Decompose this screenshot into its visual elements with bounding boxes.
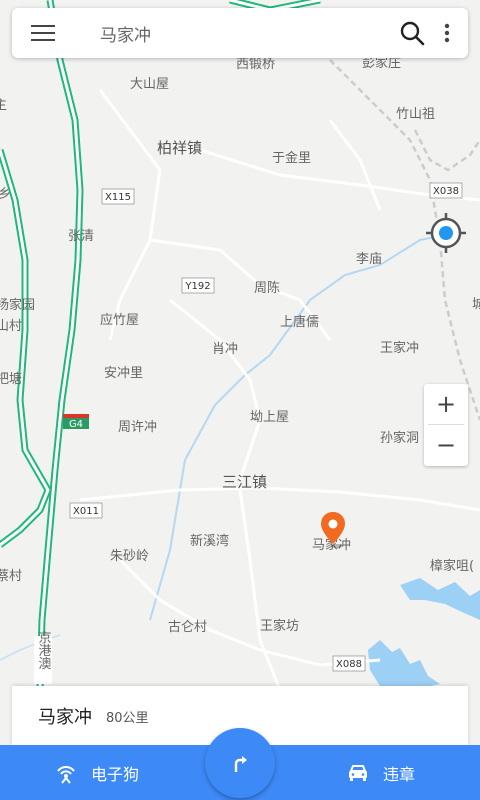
svg-text:肖冲: 肖冲 — [212, 342, 238, 357]
search-icon — [400, 21, 425, 46]
svg-text:X038: X038 — [433, 186, 459, 197]
more-vertical-icon — [444, 23, 450, 43]
road-badge-x038: X038 — [429, 182, 463, 199]
svg-text:安冲里: 安冲里 — [104, 366, 143, 381]
svg-text:山村: 山村 — [0, 319, 22, 334]
road-badge-y192: Y192 — [181, 277, 215, 294]
zoom-out-button[interactable]: − — [424, 425, 468, 465]
svg-text:樟家咀(: 樟家咀( — [430, 558, 474, 574]
svg-text:张清: 张清 — [68, 229, 94, 244]
search-input[interactable]: 马家冲 — [74, 21, 392, 46]
road-badge-x088: X088 — [332, 655, 366, 672]
svg-text:X115: X115 — [105, 192, 131, 203]
car-icon — [349, 764, 367, 781]
svg-text:X011: X011 — [73, 506, 99, 517]
svg-text:三江镇: 三江镇 — [222, 473, 267, 491]
svg-text:Y192: Y192 — [184, 281, 210, 292]
map-canvas[interactable]: X115 X038 Y192 G4 X011 X088 西锻桥 彭家庄 大山屋 … — [0, 0, 480, 800]
svg-text:于金里: 于金里 — [272, 150, 311, 166]
destination-name: 马家冲 — [38, 707, 92, 728]
svg-text:李庙: 李庙 — [356, 252, 382, 267]
svg-text:古仑村: 古仑村 — [168, 620, 207, 635]
svg-text:主: 主 — [0, 98, 7, 113]
svg-text:扬家园: 扬家园 — [0, 297, 35, 313]
svg-text:应竹屋: 应竹屋 — [100, 312, 139, 328]
zoom-controls: + − — [424, 384, 468, 466]
svg-text:乡: 乡 — [0, 187, 11, 202]
destination-distance: 80公里 — [106, 710, 149, 726]
svg-text:周许冲: 周许冲 — [118, 420, 157, 435]
road-badge-g4: G4 — [63, 414, 89, 430]
svg-text:上唐儒: 上唐儒 — [280, 314, 319, 330]
svg-text:把塘: 把塘 — [0, 371, 22, 387]
svg-text:坳上屋: 坳上屋 — [250, 410, 289, 425]
speed-camera-label: 电子狗 — [91, 764, 140, 784]
zoom-in-button[interactable]: + — [424, 384, 468, 424]
violation-label: 违章 — [383, 764, 416, 784]
svg-text:G4: G4 — [69, 419, 83, 430]
svg-text:朱砂岭: 朱砂岭 — [110, 549, 149, 564]
violation-button[interactable]: 违章 — [347, 745, 415, 800]
road-badge-x011: X011 — [69, 502, 103, 519]
svg-text:王家坊: 王家坊 — [260, 618, 299, 634]
svg-text:蔡村: 蔡村 — [0, 569, 22, 584]
svg-text:周陈: 周陈 — [254, 280, 280, 296]
speed-camera-button[interactable]: 电子狗 — [55, 745, 139, 800]
svg-text:柏祥镇: 柏祥镇 — [157, 139, 202, 157]
destination-pin[interactable] — [318, 510, 348, 550]
turn-direction-icon — [234, 756, 247, 772]
navigate-button[interactable] — [205, 728, 275, 798]
svg-text:竹山祖: 竹山祖 — [396, 107, 435, 122]
search-button[interactable] — [392, 8, 432, 58]
svg-text:西锻桥: 西锻桥 — [236, 57, 275, 72]
svg-text:新溪湾: 新溪湾 — [190, 533, 229, 549]
hamburger-menu-icon — [31, 25, 55, 41]
menu-button[interactable] — [12, 8, 74, 58]
svg-text:京港澳: 京港澳 — [36, 631, 52, 670]
more-options-button[interactable] — [432, 8, 462, 58]
svg-text:王家冲: 王家冲 — [380, 340, 419, 356]
svg-text:孙家洞: 孙家洞 — [380, 430, 419, 446]
map-pin-icon — [321, 512, 345, 548]
gps-locate-icon — [426, 213, 466, 253]
highway-name-label: 京港澳 — [34, 631, 52, 684]
my-location-button[interactable] — [424, 211, 468, 255]
road-badge-x115: X115 — [101, 188, 135, 205]
svg-text:大山屋: 大山屋 — [130, 77, 169, 92]
svg-text:X088: X088 — [336, 659, 362, 670]
search-bar[interactable]: 马家冲 — [12, 8, 468, 58]
radar-signal-icon — [57, 765, 75, 784]
svg-text:城: 城 — [472, 297, 480, 312]
